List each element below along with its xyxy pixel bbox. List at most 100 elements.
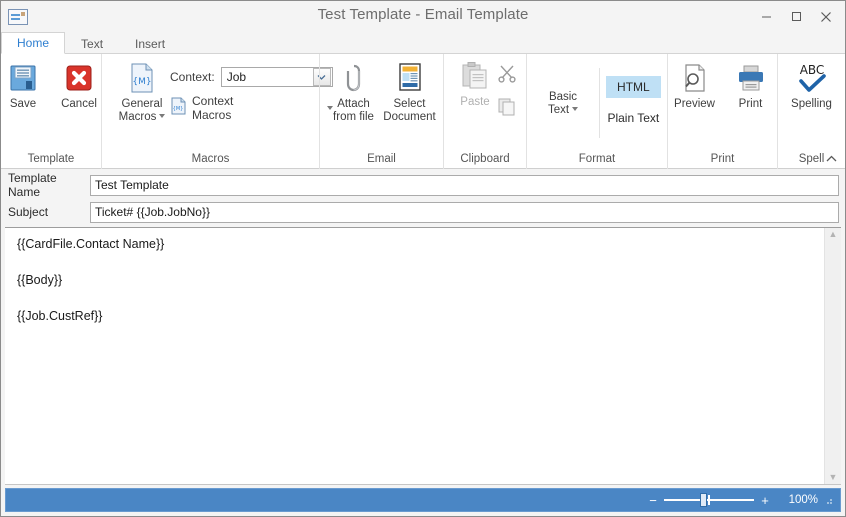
ribbon-group-print-label: Print [710,153,735,165]
basic-text-button[interactable]: Basic Text [533,69,593,137]
macros-context-column: Context: Job {M} Context Macros [170,58,333,122]
general-macros-label-line1: General [121,98,163,110]
format-option-html-label: HTML [617,80,650,94]
template-name-row: Template Name [5,171,841,199]
zoom-out-button[interactable]: − [646,494,660,507]
editor-line: {{Body}} [17,273,63,287]
spelling-button-label: Spelling [791,98,832,110]
context-select[interactable]: Job [220,67,333,87]
zoom-slider[interactable] [664,493,754,507]
ribbon-group-print: Preview Print Print [667,54,777,169]
editor-line: {{CardFile.Contact Name}} [17,237,165,251]
chevron-down-icon[interactable] [159,114,166,119]
subject-label: Subject [8,205,49,219]
tab-insert-label: Insert [135,36,166,51]
cancel-button[interactable]: Cancel [51,58,107,126]
basic-text-line2: Text [547,104,570,116]
spell-check-icon: ABC [793,61,831,95]
subject-row: Subject [5,201,841,223]
paste-icon [460,59,490,93]
cancel-x-icon [63,61,95,95]
printer-icon [735,61,767,95]
tab-home[interactable]: Home [1,32,66,54]
email-template-window: Test Template - Email Template Home Text… [0,0,846,517]
email-template-icon [8,8,28,25]
scroll-up-arrow-icon[interactable]: ▲ [829,230,838,239]
print-button[interactable]: Print [723,58,779,126]
copy-button[interactable] [497,94,517,124]
maximize-button[interactable] [781,4,811,30]
zoom-percent-label: 100% [788,494,818,506]
document-icon [396,61,424,95]
cut-button[interactable] [497,60,517,90]
ribbon-tabstrip: Home Text Insert [1,32,845,54]
print-preview-icon [681,61,709,95]
tab-text[interactable]: Text [65,32,119,54]
template-name-input[interactable] [90,174,839,196]
ribbon-group-email-label: Email [367,153,396,165]
window-title: Test Template - Email Template [317,6,529,23]
ribbon-group-clipboard-label: Clipboard [460,153,510,165]
status-bar: − + 100% [5,488,841,512]
select-document-label: Select Document [379,98,441,124]
zoom-slider-tick [708,495,710,505]
save-button[interactable]: Save [1,58,51,126]
template-name-label: Template Name [8,171,57,199]
email-body-editor[interactable]: {{CardFile.Contact Name}} {{Body}} {{Job… [5,228,824,484]
format-options: HTML Plain Text [605,76,661,129]
general-macros-icon: {M} [127,61,157,95]
basic-text-line1: Basic [548,91,578,103]
close-button[interactable] [811,4,841,30]
svg-text:{M}: {M} [173,106,184,112]
window-controls [751,1,841,32]
copy-icon [497,97,517,122]
zoom-in-button[interactable]: + [758,494,772,507]
ribbon-collapse-button[interactable] [822,151,840,167]
ribbon-group-template: Save Cancel Template [1,54,101,169]
paste-button[interactable]: Paste [453,56,497,124]
editor-vertical-scrollbar[interactable]: ▲ ▼ [824,228,841,484]
paperclip-icon [339,61,369,95]
general-macros-label: General Macros [111,98,173,124]
attach-label-line2: from file [333,111,374,123]
attach-from-file-button[interactable]: Attach from file [326,58,382,126]
spelling-button[interactable]: ABC Spelling [784,58,840,126]
zoom-slider-thumb[interactable] [700,493,707,507]
save-button-label: Save [9,98,37,110]
general-macros-label-line2: Macros [118,111,157,123]
attach-from-file-label: Attach from file [323,98,385,124]
context-macros-icon: {M} [170,97,186,120]
save-floppy-icon [7,61,39,95]
context-row: Context: Job [170,66,333,88]
ribbon-group-format: Basic Text HTML Plain Text Format [526,54,667,169]
email-body-editor-wrapper: {{CardFile.Contact Name}} {{Body}} {{Job… [5,227,841,485]
print-button-label: Print [738,98,763,110]
format-option-plain-text[interactable]: Plain Text [606,107,661,129]
preview-button[interactable]: Preview [667,58,723,126]
tab-insert[interactable]: Insert [119,32,181,54]
subject-input[interactable] [90,201,839,223]
scroll-down-arrow-icon[interactable]: ▼ [829,473,838,482]
attach-label-line1: Attach [337,98,370,110]
clipboard-small-commands [497,56,517,124]
resize-grip-icon[interactable] [822,494,834,506]
minimize-button[interactable] [751,4,781,30]
ribbon-group-template-label: Template [27,153,75,165]
title-bar: Test Template - Email Template [1,1,845,32]
context-macros-label: Context Macros [192,94,234,122]
format-option-plain-text-label: Plain Text [607,111,660,125]
chevron-down-icon[interactable] [572,107,579,112]
tab-home-label: Home [17,36,50,50]
context-macros-button[interactable]: {M} Context Macros [170,94,333,122]
select-doc-label-line2: Document [383,111,436,123]
format-option-html[interactable]: HTML [605,76,661,98]
select-document-button[interactable]: Select Document [382,58,438,126]
ribbon-group-format-label: Format [578,153,616,165]
template-fields: Template Name Subject [1,169,845,227]
ribbon-group-macros-label: Macros [191,153,230,165]
ribbon: Save Cancel Template {M} General Macros … [1,53,845,169]
scissors-icon [497,63,517,88]
zoom-control: − + 100% [646,493,834,507]
general-macros-button[interactable]: {M} General Macros [114,58,170,126]
svg-text:{M}: {M} [132,77,151,87]
